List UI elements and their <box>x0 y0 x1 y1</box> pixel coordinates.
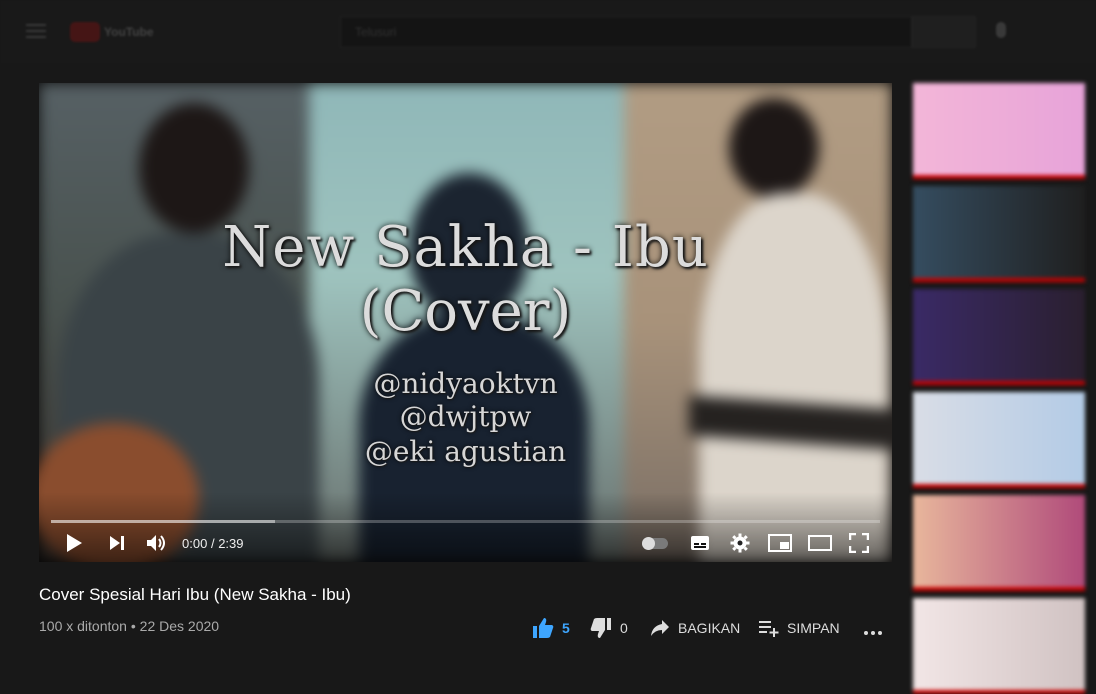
overlay-title-line2: (Cover) <box>359 279 572 344</box>
related-videos-sidebar <box>913 83 1096 694</box>
share-button[interactable]: BAGIKAN <box>650 617 740 639</box>
video-title: Cover Spesial Hari Ibu (New Sakha - Ibu) <box>39 585 351 604</box>
subtitles-icon <box>691 536 709 550</box>
watched-progress-bar <box>913 690 1085 694</box>
overlay-title-line1: New Sakha - Ibu <box>222 215 709 280</box>
more-actions-button[interactable] <box>863 617 883 639</box>
more-horizontal-icon <box>864 631 882 635</box>
play-icon <box>67 534 82 552</box>
mic-icon[interactable] <box>996 22 1006 38</box>
progress-buffer <box>51 520 275 523</box>
overlay-handle: @dwjtpw <box>399 400 532 433</box>
next-button[interactable] <box>106 532 128 554</box>
next-icon <box>110 536 124 550</box>
thumbs-down-icon <box>590 618 611 638</box>
watched-progress-bar <box>913 278 1085 282</box>
gear-icon <box>730 533 750 553</box>
miniplayer-button[interactable] <box>767 532 793 554</box>
search-placeholder: Telusuri <box>355 25 397 39</box>
search-button[interactable] <box>912 16 976 48</box>
dislike-button[interactable]: 0 <box>590 617 628 639</box>
time-separator: / <box>210 536 215 551</box>
progress-bar[interactable] <box>51 520 880 523</box>
thumbs-up-icon <box>533 618 554 638</box>
time-total: 2:39 <box>218 536 244 551</box>
time-current: 0:00 <box>182 536 208 551</box>
autoplay-toggle[interactable] <box>642 537 668 550</box>
dislike-count: 0 <box>620 620 628 636</box>
menu-icon[interactable] <box>26 24 46 38</box>
share-label: BAGIKAN <box>678 620 741 636</box>
related-video-thumbnail[interactable] <box>913 598 1085 694</box>
view-count: 100 x ditonton <box>39 618 127 634</box>
overlay-handle: @eki agustian <box>364 435 567 468</box>
masthead: YouTube Telusuri <box>0 0 1096 64</box>
video-meta: 100 x ditonton • 22 Des 2020 <box>39 618 219 634</box>
theater-mode-button[interactable] <box>807 532 833 554</box>
logo-text[interactable]: YouTube <box>104 25 154 39</box>
miniplayer-icon <box>768 534 792 552</box>
upload-date: 22 Des 2020 <box>139 618 220 634</box>
related-video-thumbnail[interactable] <box>913 289 1085 385</box>
play-button[interactable] <box>63 532 85 554</box>
save-label: SIMPAN <box>787 620 840 636</box>
watched-progress-bar <box>913 484 1085 488</box>
volume-button[interactable] <box>145 532 169 554</box>
search-input[interactable]: Telusuri <box>340 16 912 48</box>
like-count: 5 <box>562 620 570 636</box>
fullscreen-icon <box>849 533 869 553</box>
video-player[interactable]: New Sakha - Ibu (Cover) @nidyaoktvn @dwj… <box>39 83 892 562</box>
like-button[interactable]: 5 <box>532 617 570 639</box>
subtitles-button[interactable] <box>689 532 711 554</box>
related-video-thumbnail[interactable] <box>913 392 1085 488</box>
share-icon <box>651 620 669 636</box>
related-video-thumbnail[interactable] <box>913 186 1085 282</box>
watched-progress-bar <box>913 175 1085 179</box>
watched-progress-bar <box>913 587 1085 591</box>
watched-progress-bar <box>913 381 1085 385</box>
theater-icon <box>808 535 832 551</box>
settings-button[interactable] <box>729 532 751 554</box>
volume-icon <box>147 535 165 551</box>
youtube-logo-icon[interactable] <box>70 22 100 42</box>
related-video-thumbnail[interactable] <box>913 495 1085 591</box>
overlay-handle: @nidyaoktvn <box>373 367 558 400</box>
playlist-add-icon <box>759 621 779 637</box>
time-display: 0:00 / 2:39 <box>182 536 244 551</box>
save-button[interactable]: SIMPAN <box>759 617 840 639</box>
related-video-thumbnail[interactable] <box>913 83 1085 179</box>
meta-separator: • <box>130 618 136 634</box>
fullscreen-button[interactable] <box>847 532 871 554</box>
